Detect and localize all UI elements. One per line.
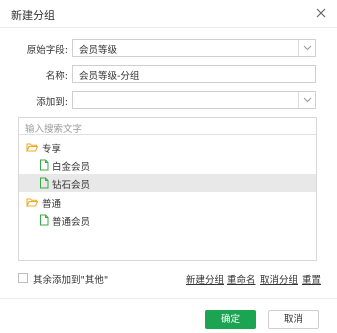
- close-icon[interactable]: [313, 5, 329, 21]
- chevron-down-icon[interactable]: [298, 40, 315, 56]
- add-to-label: 添加到:: [36, 97, 68, 108]
- folder-open-icon: [26, 141, 39, 153]
- tree-item-label: 白金会员: [52, 162, 91, 173]
- dialog-title: 新建分组: [11, 9, 55, 22]
- group-tree: 输入搜索文字 专享 白金会员 钻石会员 普通 普通会员: [18, 117, 317, 261]
- others-checkbox[interactable]: [18, 273, 28, 283]
- source-field-select[interactable]: 会员等级: [72, 39, 316, 57]
- dialog-titlebar: 新建分组: [0, 0, 337, 28]
- new-group-dialog: 新建分组 原始字段: 会员等级 名称: 会员等级-分组 添加到: 输入搜索文字: [0, 0, 337, 333]
- footer-divider: [0, 298, 337, 299]
- tree-group-label: 专享: [42, 144, 62, 155]
- tree-group-label: 普通: [42, 199, 62, 210]
- tree-item-node[interactable]: 白金会员: [19, 156, 316, 174]
- cancel-button[interactable]: 取消: [268, 310, 319, 329]
- others-checkbox-label: 其余添加到"其他": [33, 275, 109, 286]
- folder-open-icon: [26, 196, 39, 208]
- ungroup-link[interactable]: 取消分组: [260, 272, 298, 286]
- reset-link[interactable]: 重置: [302, 272, 321, 286]
- name-label: 名称:: [45, 71, 68, 82]
- file-icon: [38, 159, 50, 171]
- tree-item-node[interactable]: 普通会员: [19, 211, 316, 229]
- name-input-value: 会员等级-分组: [79, 71, 140, 82]
- tree-search-placeholder: 输入搜索文字: [25, 124, 83, 135]
- add-to-select[interactable]: [72, 91, 316, 109]
- tree-group-node[interactable]: 普通: [19, 193, 316, 211]
- rename-link[interactable]: 重命名: [227, 272, 256, 286]
- file-icon: [38, 214, 50, 226]
- tree-group-node[interactable]: 专享: [19, 138, 316, 156]
- name-input[interactable]: 会员等级-分组: [72, 65, 316, 83]
- ok-button[interactable]: 确定: [205, 310, 256, 329]
- source-field-value: 会员等级: [79, 45, 118, 56]
- tree-item-label: 普通会员: [52, 217, 91, 228]
- source-field-label: 原始字段:: [26, 45, 68, 56]
- tree-item-node-selected[interactable]: 钻石会员: [19, 174, 316, 192]
- file-icon: [38, 177, 50, 189]
- new-group-link[interactable]: 新建分组: [186, 272, 224, 286]
- tree-item-label: 钻石会员: [52, 180, 91, 191]
- tree-search-input[interactable]: 输入搜索文字: [19, 118, 316, 135]
- chevron-down-icon[interactable]: [298, 92, 315, 108]
